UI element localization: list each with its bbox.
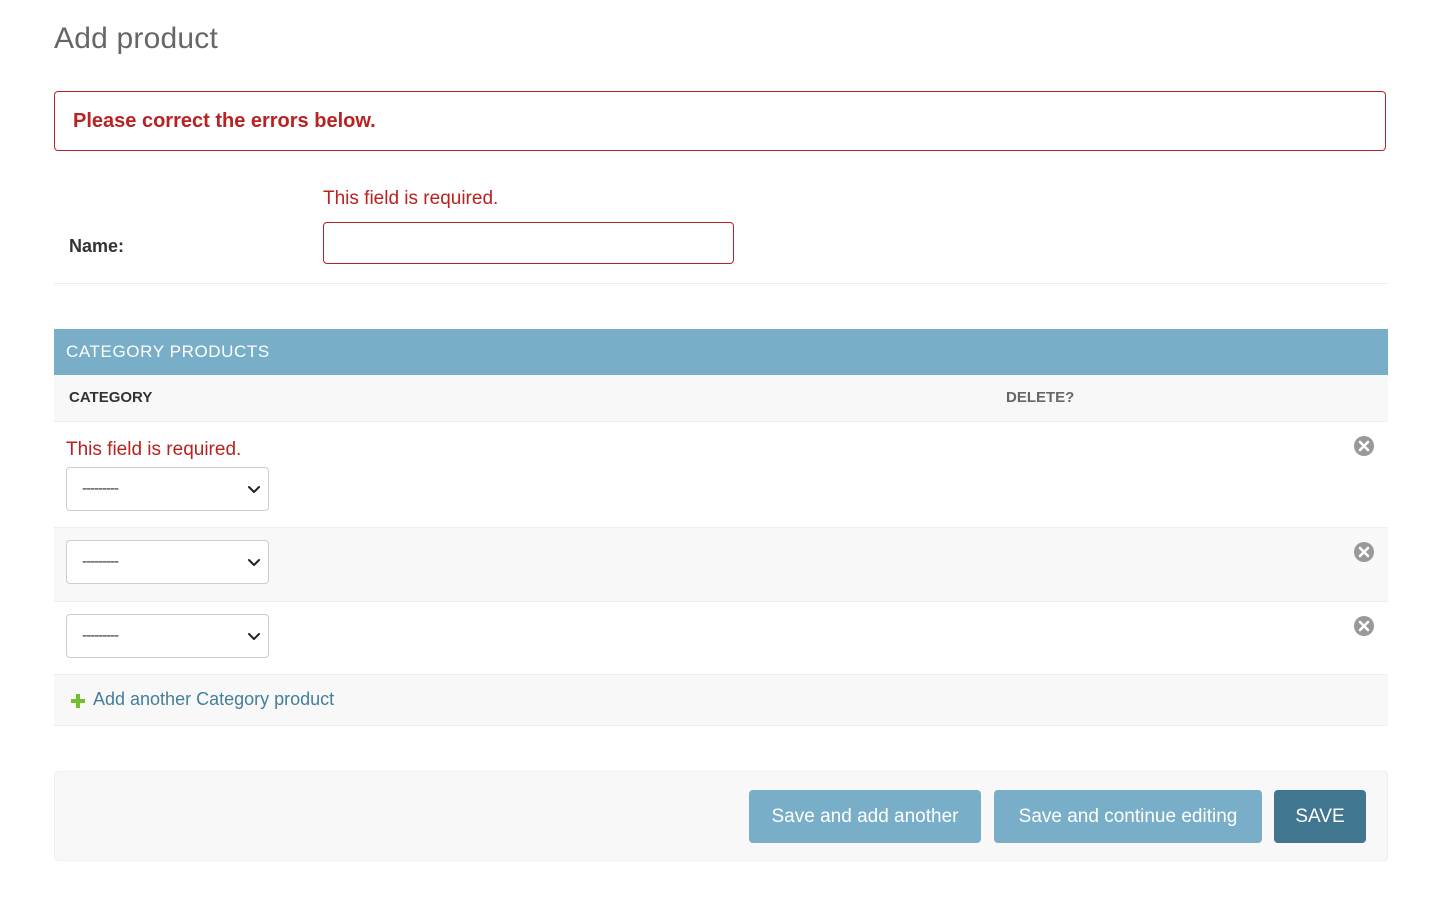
chevron-down-icon xyxy=(248,559,260,566)
name-form-row: This field is required. Name: xyxy=(54,170,1388,284)
page-title: Add product xyxy=(54,22,218,55)
error-note: Please correct the errors below. xyxy=(54,91,1386,151)
save-button[interactable]: SAVE xyxy=(1274,790,1366,843)
inline-row: This field is required. --------- xyxy=(54,422,1388,528)
submit-row: Save and add another Save and continue e… xyxy=(54,771,1388,861)
delete-icon[interactable] xyxy=(1353,541,1375,563)
category-error: This field is required. xyxy=(66,439,242,460)
save-and-add-another-button[interactable]: Save and add another xyxy=(749,790,981,843)
category-select[interactable]: --------- xyxy=(66,467,269,511)
add-another-category-product-link[interactable]: Add another Category product xyxy=(93,689,334,710)
inline-header: CATEGORY PRODUCTS xyxy=(54,329,1388,375)
category-select-value: --------- xyxy=(82,480,119,497)
inline-row: --------- xyxy=(54,528,1388,602)
name-error: This field is required. xyxy=(323,188,499,209)
category-products-inline: CATEGORY PRODUCTS CATEGORY DELETE? This … xyxy=(54,329,1388,726)
name-label: Name: xyxy=(69,236,125,256)
delete-icon[interactable] xyxy=(1353,615,1375,637)
inline-row: --------- xyxy=(54,602,1388,675)
add-row: Add another Category product xyxy=(54,675,1388,726)
name-input[interactable] xyxy=(323,222,734,264)
delete-icon[interactable] xyxy=(1353,435,1375,457)
save-and-continue-editing-button[interactable]: Save and continue editing xyxy=(994,790,1262,843)
column-category: CATEGORY xyxy=(69,389,153,406)
category-select-value: --------- xyxy=(82,553,119,570)
category-select-value: --------- xyxy=(82,627,119,644)
column-delete: DELETE? xyxy=(1006,389,1075,406)
column-header-row: CATEGORY DELETE? xyxy=(54,375,1388,422)
category-select[interactable]: --------- xyxy=(66,540,269,584)
category-select[interactable]: --------- xyxy=(66,614,269,658)
chevron-down-icon xyxy=(248,486,260,493)
plus-icon xyxy=(71,694,85,708)
chevron-down-icon xyxy=(248,633,260,640)
